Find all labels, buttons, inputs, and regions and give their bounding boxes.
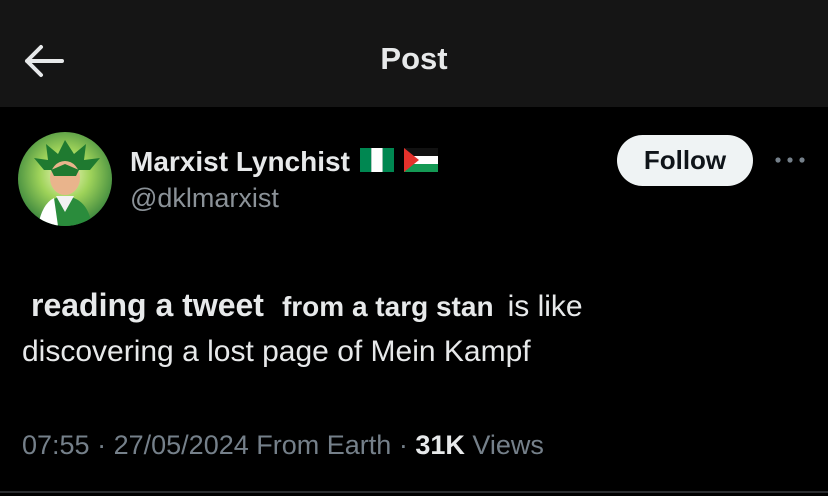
tweet-time[interactable]: 07:55 [22, 430, 90, 460]
more-horizontal-icon [775, 157, 805, 163]
palestine-flag-icon [403, 147, 438, 177]
top-bar: Post [0, 0, 828, 107]
views-count[interactable]: 31K [415, 430, 465, 460]
meta-separator: · [97, 430, 107, 460]
tweet-line-1: reading a tweet from a targ stan is like [22, 283, 802, 329]
page-title: Post [380, 41, 448, 76]
avatar[interactable] [18, 132, 112, 226]
views-label: Views [472, 430, 544, 460]
divider [0, 491, 828, 493]
tweet-bold-text-2: from a targ stan [281, 291, 494, 322]
tweet-source: From Earth [256, 430, 392, 460]
meta-separator: · [398, 430, 408, 460]
author-name[interactable]: Marxist Lynchist [130, 146, 350, 178]
tweet-text: reading a tweet from a targ stan is like d… [22, 283, 802, 374]
follow-button[interactable]: Follow [617, 135, 753, 186]
author-name-row: Marxist Lynchist [130, 144, 438, 180]
avatar-image [18, 132, 112, 226]
more-options-button[interactable] [772, 148, 808, 172]
author-handle[interactable]: @dklmarxist [130, 183, 279, 214]
tweet-date[interactable]: 27/05/2024 [114, 430, 249, 460]
tweet-bold-text-1: reading a tweet [31, 287, 264, 323]
tweet-text-part-2: discovering a lost page of Mein Kampf [22, 335, 531, 368]
tweet-meta: 07:55 · 27/05/2024 From Earth · 31K View… [22, 430, 544, 461]
tweet-text-part-1: is like [507, 290, 583, 323]
nigeria-flag-icon [359, 147, 394, 177]
